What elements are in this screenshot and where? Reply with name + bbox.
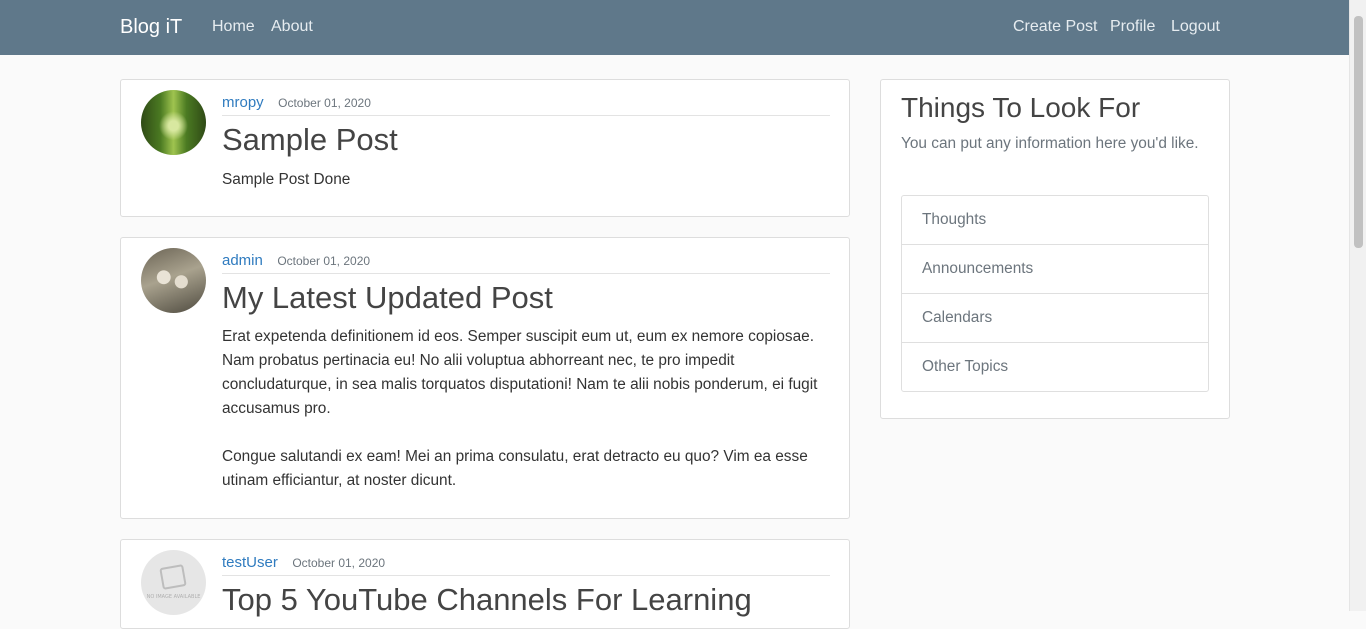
post-card: admin October 01, 2020 My Latest Updated… xyxy=(120,237,850,519)
post-title-link[interactable]: Sample Post xyxy=(222,122,398,158)
author-avatar: NO IMAGE AVAILABLE xyxy=(141,550,206,615)
post-author-link[interactable]: testUser xyxy=(222,554,278,571)
top-navbar: Blog iT Home About Create Post Profile L… xyxy=(0,0,1349,55)
nav-about-link[interactable]: About xyxy=(271,18,313,36)
brand-logo-link[interactable]: Blog iT xyxy=(120,16,182,39)
nav-logout-link[interactable]: Logout xyxy=(1171,18,1220,36)
sidebar-item-announcements[interactable]: Announcements xyxy=(902,245,1208,294)
post-date: October 01, 2020 xyxy=(278,96,371,110)
sidebar-item-other-topics[interactable]: Other Topics xyxy=(902,343,1208,391)
sidebar-item-thoughts[interactable]: Thoughts xyxy=(902,196,1208,245)
post-title-link[interactable]: My Latest Updated Post xyxy=(222,280,553,316)
post-meta: testUser October 01, 2020 xyxy=(222,554,830,576)
author-avatar xyxy=(141,248,206,313)
post-date: October 01, 2020 xyxy=(277,254,371,268)
no-image-icon xyxy=(159,564,187,590)
post-meta: admin October 01, 2020 xyxy=(222,252,830,274)
post-author-link[interactable]: mropy xyxy=(222,94,264,111)
sidebar-title: Things To Look For xyxy=(901,92,1141,123)
sidebar-panel: Things To Look For You can put any infor… xyxy=(880,79,1230,419)
post-author-link[interactable]: admin xyxy=(222,252,263,269)
post-paragraph: Congue salutandi ex eam! Mei an prima co… xyxy=(222,448,808,489)
post-meta: mropy October 01, 2020 xyxy=(222,94,830,116)
sidebar-description: You can put any information here you'd l… xyxy=(901,135,1199,152)
post-content: Sample Post Done xyxy=(222,168,832,216)
no-image-text: NO IMAGE AVAILABLE xyxy=(146,594,201,600)
nav-profile-link[interactable]: Profile xyxy=(1110,18,1155,36)
post-content: Erat expetenda definitionem id eos. Semp… xyxy=(222,325,832,517)
author-avatar xyxy=(141,90,206,155)
post-paragraph: Sample Post Done xyxy=(222,171,351,188)
post-card: mropy October 01, 2020 Sample Post Sampl… xyxy=(120,79,850,217)
nav-home-link[interactable]: Home xyxy=(212,18,255,36)
sidebar-list: Thoughts Announcements Calendars Other T… xyxy=(901,195,1209,392)
post-paragraph: Erat expetenda definitionem id eos. Semp… xyxy=(222,328,818,417)
post-date: October 01, 2020 xyxy=(292,556,386,570)
sidebar-item-calendars[interactable]: Calendars xyxy=(902,294,1208,343)
scrollbar-thumb[interactable] xyxy=(1354,16,1363,248)
post-card: NO IMAGE AVAILABLE testUser October 01, … xyxy=(120,539,850,629)
nav-create-post-link[interactable]: Create Post xyxy=(1013,18,1097,36)
post-title-link[interactable]: Top 5 YouTube Channels For Learning xyxy=(222,582,752,618)
vertical-scrollbar[interactable] xyxy=(1349,0,1366,611)
